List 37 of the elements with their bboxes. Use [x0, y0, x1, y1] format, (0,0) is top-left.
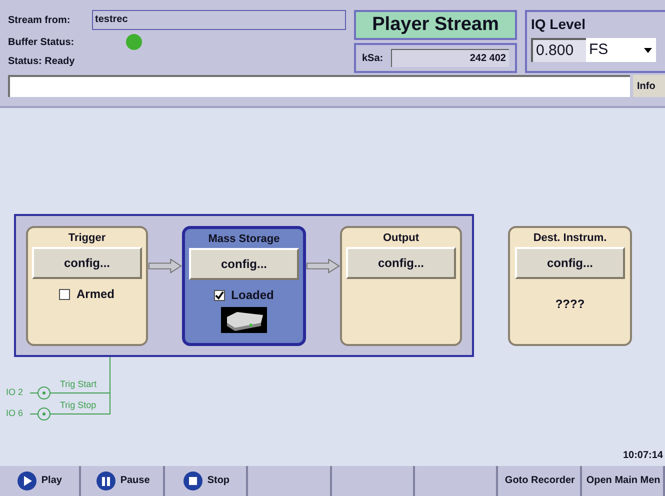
checkbox[interactable] — [214, 290, 226, 301]
stop-icon — [183, 471, 204, 491]
block-title: Trigger — [68, 232, 106, 246]
io-port-label: IO 2 — [6, 386, 24, 399]
block-title: Mass Storage — [208, 232, 280, 246]
stream-source-field[interactable]: testrec — [92, 10, 346, 30]
status-text: Status: Ready — [8, 55, 76, 69]
config-button[interactable]: config... — [189, 248, 299, 280]
mode-title: Player Stream — [354, 10, 517, 40]
panel-title: IQ Level — [531, 15, 586, 34]
config-button[interactable]: config... — [32, 247, 142, 280]
checkbox-label: Armed — [76, 286, 114, 304]
sample-count-field: 242 402 — [391, 49, 509, 67]
field-label: Buffer Status: — [8, 36, 76, 50]
config-button[interactable]: config... — [515, 247, 625, 280]
config-button[interactable]: config... — [346, 247, 456, 280]
dropdown-caret-icon — [644, 48, 652, 52]
destination-status: ???? — [555, 296, 585, 314]
io-port-label: IO 6 — [6, 407, 24, 420]
softkey[interactable]: Open Main Men — [584, 466, 665, 496]
iq-level-field[interactable]: 0.800 — [531, 38, 586, 62]
hard-drive-icon — [221, 307, 267, 334]
clock-time: 10:07:14 — [622, 449, 663, 463]
checkbox[interactable] — [59, 288, 70, 300]
field-label: Stream from: — [8, 14, 72, 28]
pause-icon — [96, 471, 116, 491]
trigger-label: Trig Stop — [60, 399, 96, 412]
field-label: kSa: — [362, 52, 384, 66]
checkbox-label: Loaded — [231, 287, 274, 304]
unit-dropdown[interactable]: FS — [586, 38, 656, 62]
info-button[interactable]: Info — [633, 75, 665, 97]
arrow-icon — [306, 258, 340, 274]
block-title: Dest. Instrum. — [533, 232, 607, 246]
arrow-icon — [148, 258, 182, 274]
trigger-label: Trig Start — [60, 378, 97, 391]
play-icon — [17, 471, 38, 491]
block-title: Output — [382, 232, 420, 246]
